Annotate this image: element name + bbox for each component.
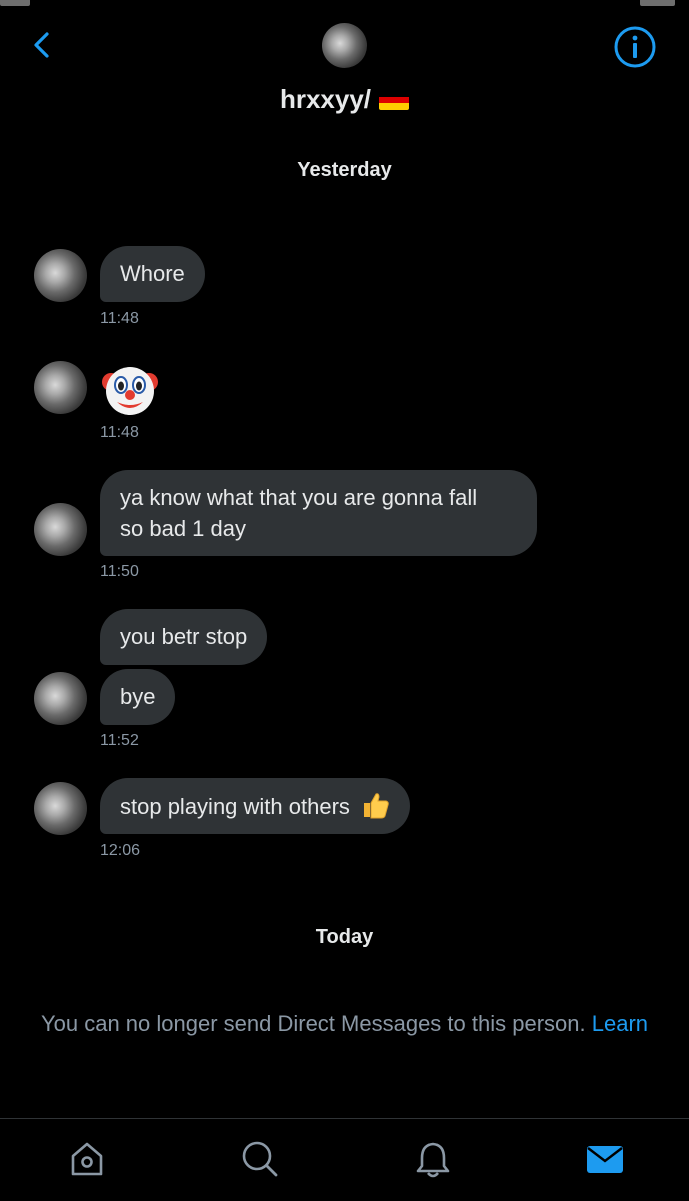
contact-avatar[interactable]: [322, 23, 367, 68]
message-text-line: ya know what that you are gonna fall: [120, 485, 478, 510]
flag-stripe-gold: [379, 103, 410, 110]
sender-avatar[interactable]: [34, 503, 87, 556]
message-text: stop playing with others: [120, 794, 350, 819]
germany-flag-icon: [379, 90, 410, 110]
bottom-tab-bar: [0, 1118, 689, 1201]
message-timestamp: 11:50: [100, 563, 139, 580]
conversation-header: hrxxyy/: [0, 0, 689, 140]
message-bubble[interactable]: bye: [100, 669, 176, 725]
message-timestamp: 11:52: [100, 732, 139, 749]
messages-envelope-icon[interactable]: [585, 1139, 625, 1179]
contact-name-text: hrxxyy/: [279, 84, 372, 114]
notice-text: You can no longer send Direct Messages t…: [40, 1011, 586, 1036]
thumbs-up-icon: [364, 793, 389, 819]
message-timestamp: 12:06: [100, 842, 141, 859]
message-timestamp: 11:48: [100, 310, 139, 327]
sender-avatar[interactable]: [34, 672, 87, 725]
flag-stripe-black: [379, 90, 410, 97]
sender-avatar[interactable]: [34, 361, 87, 414]
clown-face-icon[interactable]: [101, 360, 159, 418]
contact-name[interactable]: hrxxyy/: [0, 84, 689, 115]
date-separator-yesterday: Yesterday: [297, 159, 392, 181]
notifications-bell-icon[interactable]: [413, 1139, 453, 1179]
chevron-left-icon[interactable]: [26, 28, 60, 62]
message-text: bye: [120, 684, 156, 709]
search-icon[interactable]: [240, 1139, 280, 1179]
message-bubble[interactable]: you betr stop: [100, 609, 268, 665]
message-bubble[interactable]: ya know what that you are gonna fall so …: [100, 470, 537, 556]
home-icon[interactable]: [67, 1139, 107, 1179]
learn-more-link[interactable]: Learn: [592, 1011, 648, 1036]
message-bubble[interactable]: Whore: [100, 246, 205, 302]
message-bubble[interactable]: stop playing with others: [100, 778, 411, 834]
date-separator-today: Today: [315, 926, 374, 948]
info-icon[interactable]: [612, 24, 658, 70]
sender-avatar[interactable]: [34, 782, 87, 835]
message-timestamp: 11:48: [100, 424, 139, 441]
dm-disabled-notice: You can no longer send Direct Messages t…: [0, 1011, 689, 1037]
sender-avatar[interactable]: [34, 249, 87, 302]
message-text: you betr stop: [120, 624, 248, 649]
message-text-line: so bad 1 day: [120, 516, 246, 541]
flag-stripe-red: [379, 96, 410, 104]
message-text: Whore: [120, 261, 185, 286]
